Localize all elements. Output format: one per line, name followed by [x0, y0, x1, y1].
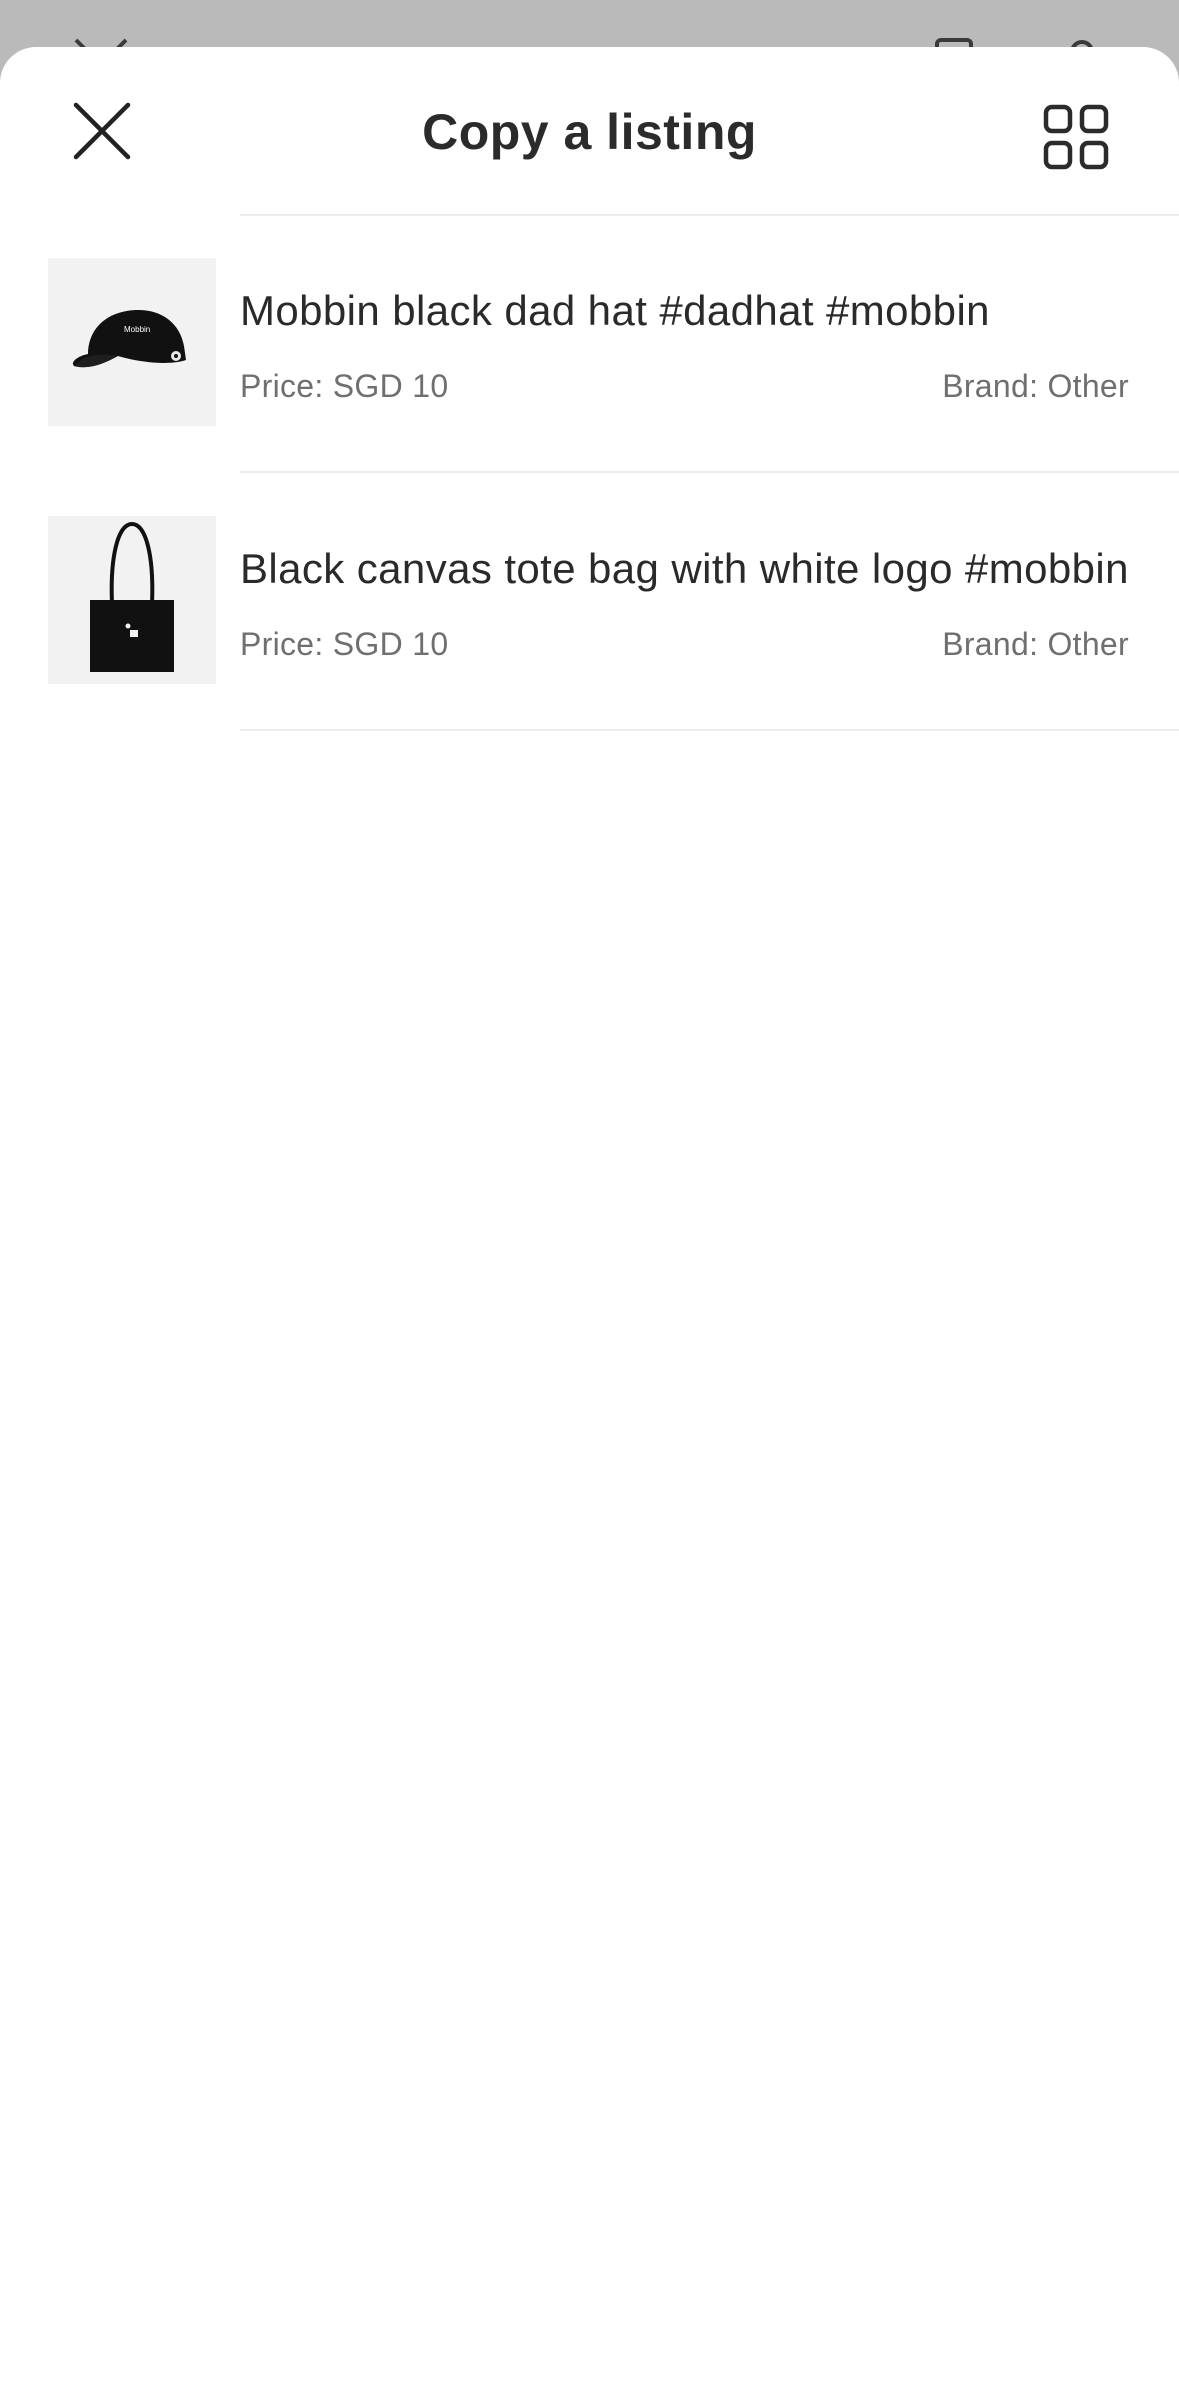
listing-row-dad-hat[interactable]: Mobbin Mobbin black dad hat #dadhat #mob… — [0, 215, 1179, 473]
page-title: Copy a listing — [422, 104, 757, 160]
listing-row-tote-bag[interactable]: Black canvas tote bag with white logo #m… — [0, 473, 1179, 731]
sheet-header: Copy a listing — [0, 47, 1179, 216]
copy-listing-sheet: Copy a listing Mobbin Mobbin black dad h… — [0, 47, 1179, 2396]
listing-price: Price: SGD 10 — [240, 368, 449, 404]
black-tote-bag-icon — [90, 521, 174, 672]
listing-brand: Brand: Other — [942, 626, 1129, 662]
black-cap-icon: Mobbin — [72, 310, 186, 368]
listing-title: Mobbin black dad hat #dadhat #mobbin — [240, 287, 990, 334]
grid-view-button[interactable] — [1036, 97, 1116, 177]
listing-title: Black canvas tote bag with white logo #m… — [240, 545, 1129, 592]
listing-list: Mobbin Mobbin black dad hat #dadhat #mob… — [0, 215, 1179, 731]
listing-thumbnail-tote — [48, 516, 216, 684]
listing-thumbnail-cap: Mobbin — [48, 258, 216, 426]
grid-view-icon — [1043, 104, 1109, 170]
row-divider — [240, 729, 1179, 731]
svg-text:Mobbin: Mobbin — [124, 325, 150, 334]
listing-brand: Brand: Other — [942, 368, 1129, 404]
listing-price: Price: SGD 10 — [240, 626, 449, 662]
background-screen-peek — [0, 0, 1179, 56]
